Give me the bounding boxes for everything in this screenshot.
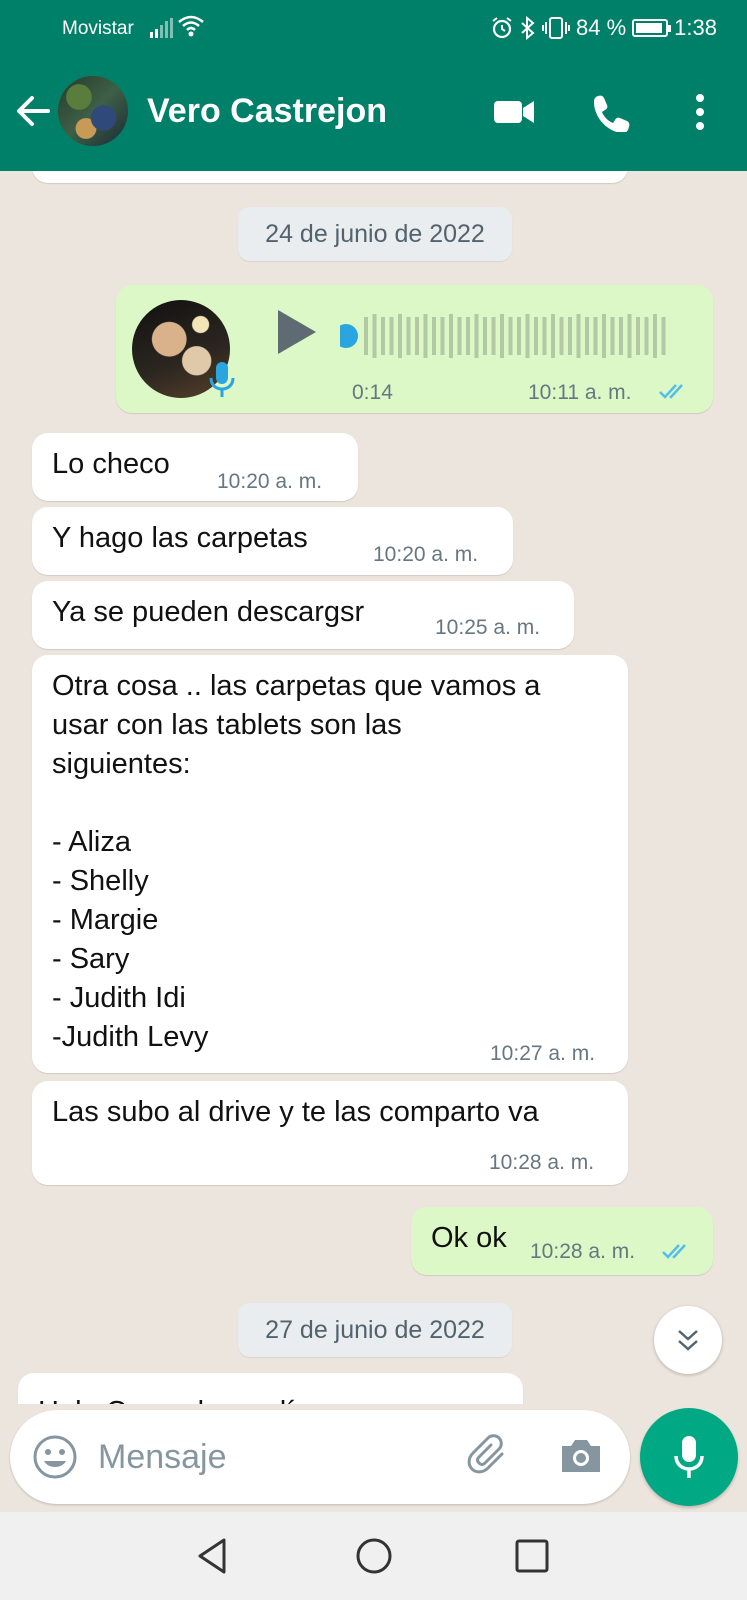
- waveform-bar: [508, 317, 513, 355]
- bluetooth-icon: [521, 16, 535, 40]
- microphone-icon: [674, 1436, 704, 1478]
- waveform-bar: [576, 314, 581, 358]
- waveform-bar: [602, 314, 606, 358]
- message-text: Otra cosa .. las carpetas que vamos a us…: [52, 670, 541, 1053]
- message-time: 10:20 a. m.: [217, 470, 323, 493]
- waveform-bar: [551, 314, 555, 358]
- waveform-bar: [483, 317, 487, 355]
- nav-home-icon[interactable]: [352, 1534, 396, 1578]
- battery-icon: [632, 19, 672, 37]
- waveform-bar: [500, 314, 504, 358]
- waveform-bar: [398, 314, 402, 358]
- waveform-bar: [636, 317, 640, 355]
- waveform-bar: [440, 317, 445, 355]
- waveform-bar: [406, 317, 411, 355]
- waveform-bar: [389, 317, 394, 355]
- battery-percent: 84 %: [576, 15, 627, 40]
- waveform-bar: [619, 317, 623, 355]
- waveform-bar: [381, 317, 385, 355]
- waveform-bar: [491, 317, 496, 355]
- waveform-bar: [372, 314, 377, 358]
- message-text: Las subo al drive y te las comparto va: [52, 1096, 539, 1128]
- message-bubble[interactable]: Otra cosa .. las carpetas que vamos a us…: [32, 655, 628, 1073]
- waveform-bar: [364, 317, 368, 355]
- read-ticks-icon: [662, 1244, 686, 1259]
- back-arrow-icon[interactable]: [14, 92, 52, 130]
- playhead-dot[interactable]: [340, 324, 358, 348]
- double-chevron-down-icon: [678, 1330, 698, 1351]
- waveform-bar: [627, 314, 632, 358]
- nav-back-icon[interactable]: [192, 1534, 236, 1578]
- carrier-label: Movistar: [62, 18, 134, 39]
- nav-recents-icon[interactable]: [510, 1534, 554, 1578]
- waveform-bar: [661, 317, 666, 355]
- waveform-bar: [415, 317, 419, 355]
- system-navigation-bar: [0, 1512, 747, 1600]
- message-time: 10:27 a. m.: [490, 1042, 596, 1065]
- message-text: Hola Cesar, buen día: [38, 1393, 503, 1404]
- waveform-bar: [542, 317, 547, 355]
- message-time: 10:25 a. m.: [435, 616, 541, 639]
- waveform-bar: [466, 317, 470, 355]
- signal-icon: [150, 18, 173, 38]
- voice-waveform[interactable]: [340, 312, 685, 360]
- camera-icon[interactable]: [558, 1434, 604, 1476]
- waveform-bar: [653, 314, 657, 358]
- waveform-bar: [534, 317, 538, 355]
- message-time: 10:20 a. m.: [373, 543, 479, 566]
- message-composer: [10, 1410, 630, 1504]
- alarm-icon: [492, 17, 512, 39]
- waveform-bar: [449, 314, 453, 358]
- date-separator: 24 de junio de 2022: [238, 207, 512, 261]
- video-call-icon[interactable]: [492, 92, 536, 132]
- waveform-bar: [644, 317, 649, 355]
- waveform-bar: [432, 317, 436, 355]
- waveform-bar: [568, 317, 572, 355]
- read-ticks-icon: [659, 384, 683, 399]
- contact-name[interactable]: Vero Castrejon: [147, 92, 387, 131]
- mic-icon: [209, 362, 235, 397]
- waveform-bar: [474, 314, 479, 358]
- voice-duration: 0:14: [352, 381, 393, 404]
- message-bubble-partial[interactable]: Hola Cesar, buen día: [18, 1373, 523, 1404]
- message-input[interactable]: [98, 1428, 428, 1486]
- record-voice-button[interactable]: [640, 1408, 738, 1506]
- emoji-icon[interactable]: [32, 1434, 78, 1480]
- partial-message-top: [32, 171, 628, 183]
- voice-call-icon[interactable]: [590, 92, 634, 132]
- status-bar: Movistar 84 % 1:38: [0, 0, 747, 56]
- message-time: 10:28 a. m.: [489, 1151, 595, 1174]
- contact-avatar[interactable]: [58, 76, 128, 146]
- app-header: Movistar 84 % 1:38 Vero Castrejon: [0, 0, 747, 171]
- waveform-bar: [610, 317, 615, 355]
- scroll-to-bottom-button[interactable]: [654, 1306, 722, 1374]
- wifi-icon: [178, 15, 204, 37]
- clock: 1:38: [674, 15, 717, 40]
- waveform-bar: [423, 314, 428, 358]
- message-time: 10:28 a. m.: [530, 1240, 636, 1263]
- more-options-icon[interactable]: [680, 92, 720, 132]
- waveform-bar: [585, 317, 589, 355]
- waveform-bar: [525, 314, 530, 358]
- attach-icon[interactable]: [466, 1432, 514, 1480]
- waveform-bar: [593, 317, 598, 355]
- waveform-bar: [457, 317, 462, 355]
- waveform-bar: [559, 317, 564, 355]
- date-separator: 27 de junio de 2022: [238, 1303, 512, 1357]
- voice-time: 10:11 a. m.: [528, 381, 632, 404]
- play-icon[interactable]: [274, 308, 318, 356]
- vibrate-icon: [542, 17, 571, 39]
- status-right-group: 84 % 1:38: [490, 14, 717, 42]
- waveform-bar: [517, 317, 521, 355]
